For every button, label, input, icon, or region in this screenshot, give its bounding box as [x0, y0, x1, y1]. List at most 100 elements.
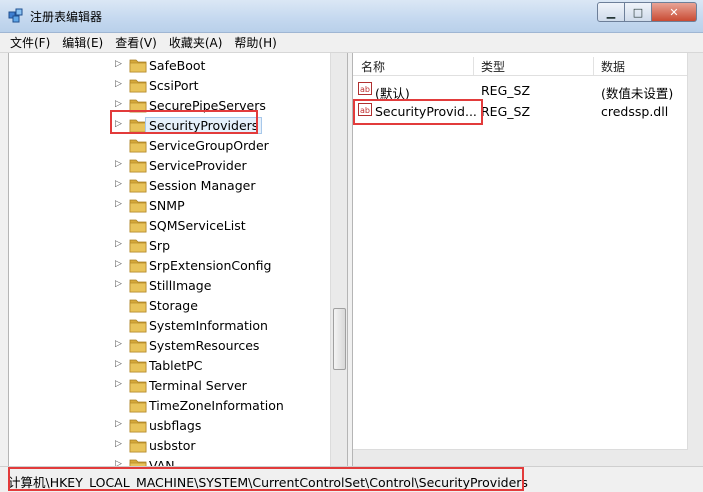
expand-arrow-icon[interactable]: ▷	[115, 119, 123, 131]
close-button[interactable]: ✕	[652, 2, 697, 22]
tree-item-label: usbflags	[149, 418, 202, 433]
tree-item[interactable]: ServiceGroupOrder	[9, 135, 339, 155]
folder-icon	[129, 79, 147, 93]
folder-icon	[129, 419, 147, 433]
tree-item-label: TabletPC	[149, 358, 203, 373]
key-tree-pane[interactable]: ▷ SafeBoot ▷ ScsiPort ▷ SecurePipeServers ▷ Sec…	[8, 53, 348, 467]
tree-item[interactable]: ▷ usbstor	[9, 435, 339, 455]
menu-file[interactable]: 文件(F)	[0, 34, 56, 52]
tree-item-label: usbstor	[149, 438, 196, 453]
tree-item[interactable]: ▷ SystemResources	[9, 335, 339, 355]
value-type: REG_SZ	[481, 83, 531, 98]
column-data-header[interactable]: 数据	[601, 58, 625, 75]
menu-favorites[interactable]: 收藏夹(A)	[163, 34, 229, 52]
svg-text:ab: ab	[360, 106, 370, 115]
tree-item-label: SystemInformation	[149, 318, 268, 333]
expand-arrow-icon[interactable]: ▷	[115, 259, 123, 271]
expand-arrow-icon[interactable]: ▷	[115, 439, 123, 451]
tree-item-label: ScsiPort	[149, 78, 199, 93]
expand-arrow-icon[interactable]: ▷	[115, 159, 123, 171]
tree-item[interactable]: ▷ SrpExtensionConfig	[9, 255, 339, 275]
expand-arrow-icon[interactable]: ▷	[115, 419, 123, 431]
menu-view[interactable]: 查看(V)	[109, 34, 163, 52]
tree-item-label: SNMP	[149, 198, 185, 213]
list-vertical-scrollbar[interactable]	[687, 53, 703, 466]
folder-icon	[129, 319, 147, 333]
list-header: 名称 类型 数据	[353, 55, 703, 76]
tree-item-label: Terminal Server	[149, 378, 247, 393]
folder-icon	[129, 399, 147, 413]
tree-item[interactable]: SystemInformation	[9, 315, 339, 335]
expand-arrow-icon[interactable]: ▷	[115, 279, 123, 291]
tree-item[interactable]: TimeZoneInformation	[9, 395, 339, 415]
expand-arrow-icon[interactable]: ▷	[115, 179, 123, 191]
column-name-header[interactable]: 名称	[361, 58, 385, 75]
folder-icon	[129, 359, 147, 373]
menu-help[interactable]: 帮助(H)	[228, 34, 282, 52]
list-row-securityproviders[interactable]: ab SecurityProvid... REG_SZ credssp.dll	[353, 100, 703, 120]
menu-edit[interactable]: 编辑(E)	[56, 34, 109, 52]
expand-arrow-icon[interactable]: ▷	[115, 59, 123, 71]
string-value-icon: ab	[358, 103, 372, 116]
folder-icon	[129, 299, 147, 313]
values-list-pane: 名称 类型 数据 ab (默认) REG_SZ (数值未设置) ab Secur…	[352, 53, 703, 466]
main-frame: ▷ SafeBoot ▷ ScsiPort ▷ SecurePipeServers ▷ Sec…	[0, 53, 703, 467]
folder-icon	[129, 379, 147, 393]
value-name: SecurityProvid...	[375, 104, 477, 119]
tree-item-label: Storage	[149, 298, 198, 313]
folder-icon	[129, 239, 147, 253]
tree-item[interactable]: ▷ SecurityProviders	[9, 115, 339, 135]
tree-item-label: SecurityProviders	[144, 117, 263, 134]
regedit-app-icon	[8, 8, 23, 23]
minimize-button[interactable]: ▁	[597, 2, 625, 22]
menu-bar: 文件(F) 编辑(E) 查看(V) 收藏夹(A) 帮助(H)	[0, 33, 703, 53]
string-value-icon: ab	[358, 82, 372, 95]
tree-item[interactable]: ▷ StillImage	[9, 275, 339, 295]
list-horizontal-scrollbar[interactable]	[353, 449, 688, 466]
tree-item[interactable]: Storage	[9, 295, 339, 315]
expand-arrow-icon[interactable]: ▷	[115, 199, 123, 211]
tree-item-label: Session Manager	[149, 178, 256, 193]
folder-icon	[129, 59, 147, 73]
window-controls: ▁ □ ✕	[597, 2, 697, 22]
tree-item[interactable]: ▷ SecurePipeServers	[9, 95, 339, 115]
tree-item[interactable]: ▷ TabletPC	[9, 355, 339, 375]
tree-item[interactable]: SQMServiceList	[9, 215, 339, 235]
folder-icon	[129, 439, 147, 453]
tree-item[interactable]: ▷ Terminal Server	[9, 375, 339, 395]
folder-icon	[129, 199, 147, 213]
tree-item-label: StillImage	[149, 278, 212, 293]
tree-item-label: ServiceProvider	[149, 158, 247, 173]
tree-item-label: SafeBoot	[149, 58, 206, 73]
tree-item[interactable]: ▷ SNMP	[9, 195, 339, 215]
tree-item-label: SystemResources	[149, 338, 260, 353]
expand-arrow-icon[interactable]: ▷	[115, 239, 123, 251]
tree-item[interactable]: ▷ ScsiPort	[9, 75, 339, 95]
window-title: 注册表编辑器	[30, 10, 103, 24]
tree-item[interactable]: ▷ usbflags	[9, 415, 339, 435]
key-path: 计算机\HKEY_LOCAL_MACHINE\SYSTEM\CurrentCon…	[8, 475, 528, 490]
tree-item[interactable]: ▷ ServiceProvider	[9, 155, 339, 175]
tree-item-label: ServiceGroupOrder	[149, 138, 269, 153]
tree-item[interactable]: ▷ Srp	[9, 235, 339, 255]
tree-item[interactable]: ▷ Session Manager	[9, 175, 339, 195]
expand-arrow-icon[interactable]: ▷	[115, 339, 123, 351]
expand-arrow-icon[interactable]: ▷	[115, 359, 123, 371]
folder-icon	[129, 339, 147, 353]
expand-arrow-icon[interactable]: ▷	[115, 99, 123, 111]
column-type-header[interactable]: 类型	[481, 58, 505, 75]
folder-icon	[129, 159, 147, 173]
list-row-default[interactable]: ab (默认) REG_SZ (数值未设置)	[353, 79, 703, 101]
value-data: credssp.dll	[601, 104, 669, 119]
expand-arrow-icon[interactable]: ▷	[115, 79, 123, 91]
expand-arrow-icon[interactable]: ▷	[115, 379, 123, 391]
folder-icon	[129, 99, 147, 113]
folder-icon	[129, 219, 147, 233]
title-bar: 注册表编辑器 ▁ □ ✕	[0, 0, 703, 33]
folder-icon	[129, 179, 147, 193]
tree-item-label: Srp	[149, 238, 171, 253]
maximize-button[interactable]: □	[625, 2, 652, 22]
status-bar: 计算机\HKEY_LOCAL_MACHINE\SYSTEM\CurrentCon…	[0, 466, 703, 492]
tree-item[interactable]: ▷ SafeBoot	[9, 55, 339, 75]
folder-icon	[129, 259, 147, 273]
